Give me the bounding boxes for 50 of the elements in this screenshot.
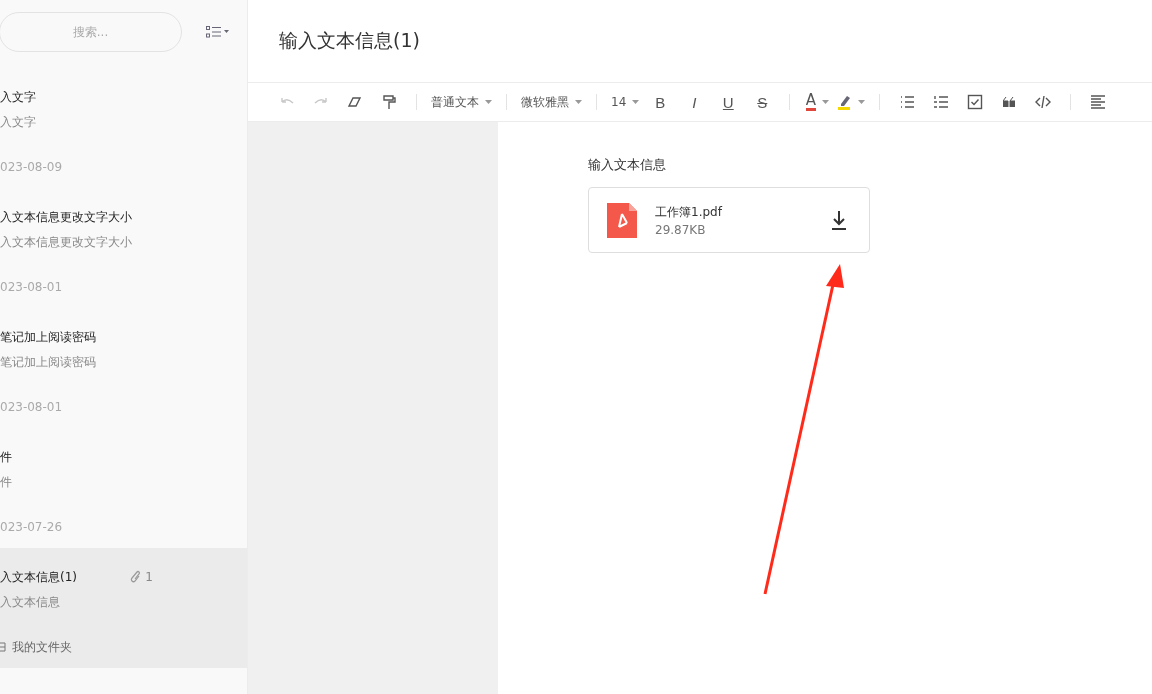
eraser-icon [347, 94, 363, 110]
search-field[interactable]: 搜索... [0, 12, 182, 52]
note-preview: 笔记加上阅读密码 [0, 354, 97, 371]
note-folder: 我的文件夹 [12, 639, 72, 656]
format-button[interactable]: I [677, 89, 712, 115]
note-title: 入文字 [0, 89, 36, 106]
caret-icon [632, 100, 640, 104]
note-preview: 入文字 [0, 114, 37, 131]
note-preview: 入文本信息更改文字大小 [0, 234, 133, 251]
pdf-file-icon [607, 202, 637, 238]
quote-icon [1003, 97, 1016, 107]
align-left-icon [1090, 94, 1107, 110]
bullet-list-icon [899, 94, 916, 110]
text-color-button[interactable]: A [800, 89, 835, 115]
note-preview: 入文本信息 [0, 594, 61, 611]
note-title-heading: 输入文本信息(1) [279, 28, 420, 53]
note-preview: 件 [0, 474, 13, 491]
note-date: 023-08-09 [0, 159, 64, 176]
caret-icon [485, 100, 492, 104]
note-date: 023-08-01 [0, 279, 64, 296]
note-date: 023-07-26 [0, 519, 64, 536]
caret-icon [821, 100, 829, 104]
format-button[interactable]: B [643, 89, 678, 115]
paint-roller-icon [381, 94, 397, 110]
caret-icon [575, 100, 582, 104]
caret-icon [858, 100, 866, 104]
file-size: 29.87KB [655, 222, 707, 237]
note-title: 入文本信息(1) [0, 569, 77, 586]
checkbox-icon [967, 94, 984, 110]
note-title: 入文本信息更改文字大小 [0, 209, 132, 226]
note-title: 笔记加上阅读密码 [0, 329, 96, 346]
note-body-text: 输入文本信息 [588, 156, 667, 174]
folder-icon [0, 642, 6, 652]
font-size-dropdown[interactable]: 14 [607, 89, 644, 115]
block-style-dropdown[interactable]: 普通文本 [427, 89, 496, 115]
note-title: 件 [0, 449, 12, 466]
highlighter-icon [838, 94, 853, 110]
numbered-list-icon [933, 94, 950, 110]
attachment-count: 1 [145, 569, 153, 586]
attachment-card[interactable]: 工作簿1.pdf 29.87KB [588, 187, 870, 253]
font-dropdown[interactable]: 微软雅黑 [517, 89, 586, 115]
file-name: 工作簿1.pdf [655, 203, 722, 221]
download-icon [831, 210, 847, 230]
paperclip-icon [130, 570, 143, 584]
format-button[interactable]: U [711, 89, 746, 115]
view-mode-button[interactable] [204, 24, 232, 40]
code-icon [1035, 94, 1052, 110]
format-button[interactable]: S [745, 89, 780, 115]
note-date: 023-08-01 [0, 399, 64, 416]
note-item[interactable]: 入文本信息(1) 入文本信息 我的文件夹 1 [0, 548, 247, 668]
